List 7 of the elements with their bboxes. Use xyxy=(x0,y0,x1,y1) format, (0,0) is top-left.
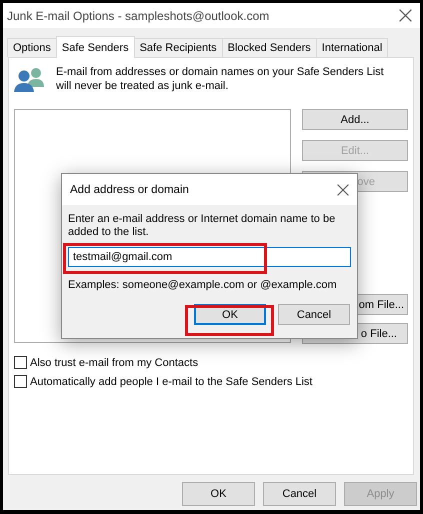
description-text: E-mail from addresses or domain names on your Safe Senders List will never be treated as junk e-mail. xyxy=(56,65,385,93)
dialog-title: Add address or domain xyxy=(70,184,189,196)
examples-text: Examples: someone@example.com or @example.com xyxy=(68,279,338,291)
checkbox-label: Also trust e-mail from my Contacts xyxy=(30,356,198,368)
checkbox-label: Automatically add people I e-mail to the Safe Senders List xyxy=(30,376,312,388)
prompt-text: Enter an e-mail address or Internet domain name to be added to the list. xyxy=(68,213,336,239)
window-title: Junk E-mail Options - sampleshots@outlook.com xyxy=(7,8,270,22)
